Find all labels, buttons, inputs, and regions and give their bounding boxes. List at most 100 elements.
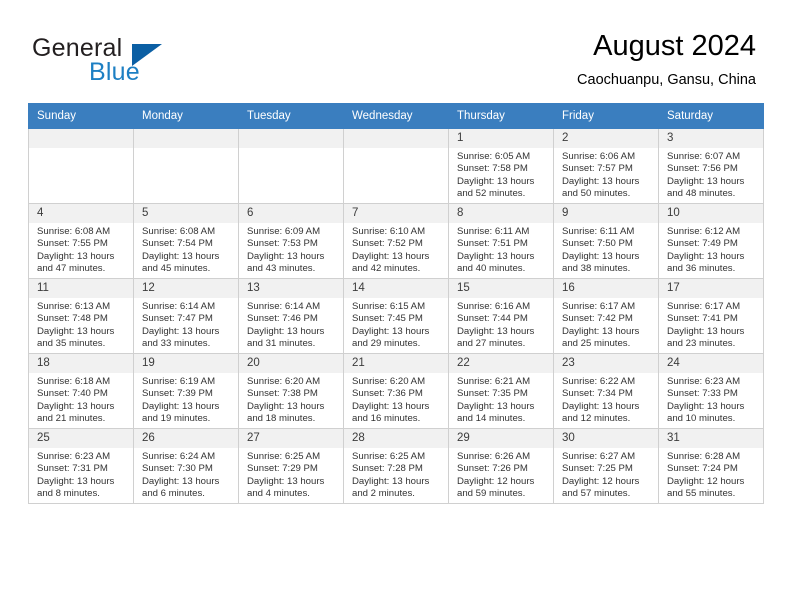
day-details: Sunrise: 6:28 AM Sunset: 7:24 PM Daylight:… <box>659 448 763 501</box>
calendar-day-cell[interactable]: 8 Sunrise: 6:11 AM Sunset: 7:51 PM Daylight… <box>448 203 554 279</box>
calendar-day-cell[interactable]: 14 Sunrise: 6:15 AM Sunset: 7:45 PM Dayligh… <box>343 278 449 354</box>
calendar-day-cell[interactable]: 6 Sunrise: 6:09 AM Sunset: 7:53 PM Daylight… <box>238 203 344 279</box>
sunset-text: Sunset: 7:45 PM <box>352 313 423 325</box>
calendar-day-cell[interactable]: 18 Sunrise: 6:18 AM Sunset: 7:40 PM Dayligh… <box>28 353 134 429</box>
day-details: Sunrise: 6:19 AM Sunset: 7:39 PM Daylight:… <box>134 373 238 426</box>
daylight-text: Daylight: 13 hours and 27 minutes. <box>457 325 535 350</box>
daylight-text: Daylight: 13 hours and 48 minutes. <box>667 175 745 200</box>
daylight-text: Daylight: 12 hours and 57 minutes. <box>562 475 640 500</box>
sunset-text: Sunset: 7:38 PM <box>247 388 318 400</box>
daylight-text: Daylight: 13 hours and 18 minutes. <box>247 400 325 425</box>
day-number: 21 <box>344 354 448 373</box>
day-details: Sunrise: 6:22 AM Sunset: 7:34 PM Daylight:… <box>554 373 658 426</box>
day-number: 12 <box>134 279 238 298</box>
calendar-day-cell[interactable]: 26 Sunrise: 6:24 AM Sunset: 7:30 PM Dayligh… <box>133 428 239 504</box>
calendar-day-cell[interactable]: 28 Sunrise: 6:25 AM Sunset: 7:28 PM Dayligh… <box>343 428 449 504</box>
page-header: General Blue August 2024 Caochuanpu, Gan… <box>0 0 792 103</box>
sunset-text: Sunset: 7:35 PM <box>457 388 528 400</box>
calendar-day-cell[interactable]: 16 Sunrise: 6:17 AM Sunset: 7:42 PM Dayligh… <box>553 278 659 354</box>
day-number: 10 <box>659 204 763 223</box>
sunset-text: Sunset: 7:55 PM <box>37 238 108 250</box>
sunrise-text: Sunrise: 6:17 AM <box>562 301 636 312</box>
calendar-day-cell[interactable]: 23 Sunrise: 6:22 AM Sunset: 7:34 PM Dayligh… <box>553 353 659 429</box>
day-number: 30 <box>554 429 658 448</box>
day-number: 13 <box>239 279 343 298</box>
sunset-text: Sunset: 7:41 PM <box>667 313 738 325</box>
day-number: 22 <box>449 354 553 373</box>
day-number <box>344 129 448 148</box>
day-details: Sunrise: 6:11 AM Sunset: 7:51 PM Daylight:… <box>449 223 553 276</box>
calendar-day-cell[interactable]: 17 Sunrise: 6:17 AM Sunset: 7:41 PM Dayligh… <box>658 278 764 354</box>
sunset-text: Sunset: 7:36 PM <box>352 388 423 400</box>
calendar-page: General Blue August 2024 Caochuanpu, Gan… <box>0 0 792 612</box>
day-details: Sunrise: 6:06 AM Sunset: 7:57 PM Daylight:… <box>554 148 658 201</box>
sunrise-text: Sunrise: 6:13 AM <box>37 301 111 312</box>
calendar-day-cell[interactable]: 31 Sunrise: 6:28 AM Sunset: 7:24 PM Dayligh… <box>658 428 764 504</box>
sunrise-text: Sunrise: 6:10 AM <box>352 226 426 237</box>
sunrise-text: Sunrise: 6:19 AM <box>142 376 216 387</box>
calendar-day-cell[interactable]: 15 Sunrise: 6:16 AM Sunset: 7:44 PM Dayligh… <box>448 278 554 354</box>
calendar-day-cell[interactable]: 24 Sunrise: 6:23 AM Sunset: 7:33 PM Dayligh… <box>658 353 764 429</box>
sunrise-text: Sunrise: 6:28 AM <box>667 451 741 462</box>
day-details: Sunrise: 6:21 AM Sunset: 7:35 PM Daylight:… <box>449 373 553 426</box>
sunrise-text: Sunrise: 6:07 AM <box>667 151 741 162</box>
daylight-text: Daylight: 13 hours and 21 minutes. <box>37 400 115 425</box>
calendar-day-cell[interactable]: 19 Sunrise: 6:19 AM Sunset: 7:39 PM Dayligh… <box>133 353 239 429</box>
daylight-text: Daylight: 13 hours and 36 minutes. <box>667 250 745 275</box>
sunrise-text: Sunrise: 6:08 AM <box>37 226 111 237</box>
daylight-text: Daylight: 13 hours and 52 minutes. <box>457 175 535 200</box>
daylight-text: Daylight: 13 hours and 12 minutes. <box>562 400 640 425</box>
day-details: Sunrise: 6:17 AM Sunset: 7:41 PM Daylight:… <box>659 298 763 351</box>
calendar-day-cell[interactable]: 9 Sunrise: 6:11 AM Sunset: 7:50 PM Daylight… <box>553 203 659 279</box>
sunrise-text: Sunrise: 6:14 AM <box>142 301 216 312</box>
calendar-day-cell[interactable]: 3 Sunrise: 6:07 AM Sunset: 7:56 PM Daylight… <box>658 128 764 204</box>
sunrise-text: Sunrise: 6:17 AM <box>667 301 741 312</box>
calendar-day-cell[interactable]: 27 Sunrise: 6:25 AM Sunset: 7:29 PM Dayligh… <box>238 428 344 504</box>
day-number: 28 <box>344 429 448 448</box>
calendar-day-cell-empty <box>28 128 134 204</box>
sunset-text: Sunset: 7:26 PM <box>457 463 528 475</box>
general-blue-logo[interactable]: General Blue <box>32 34 272 90</box>
daylight-text: Daylight: 13 hours and 42 minutes. <box>352 250 430 275</box>
sunrise-text: Sunrise: 6:09 AM <box>247 226 321 237</box>
sunset-text: Sunset: 7:34 PM <box>562 388 633 400</box>
calendar-day-cell[interactable]: 12 Sunrise: 6:14 AM Sunset: 7:47 PM Dayligh… <box>133 278 239 354</box>
calendar-day-cell[interactable]: 2 Sunrise: 6:06 AM Sunset: 7:57 PM Daylight… <box>553 128 659 204</box>
calendar-day-cell[interactable]: 25 Sunrise: 6:23 AM Sunset: 7:31 PM Dayligh… <box>28 428 134 504</box>
calendar-day-cell[interactable]: 1 Sunrise: 6:05 AM Sunset: 7:58 PM Daylight… <box>448 128 554 204</box>
sunset-text: Sunset: 7:40 PM <box>37 388 108 400</box>
day-details: Sunrise: 6:16 AM Sunset: 7:44 PM Daylight:… <box>449 298 553 351</box>
calendar-day-cell[interactable]: 22 Sunrise: 6:21 AM Sunset: 7:35 PM Dayligh… <box>448 353 554 429</box>
sunrise-text: Sunrise: 6:16 AM <box>457 301 531 312</box>
calendar-day-cell[interactable]: 11 Sunrise: 6:13 AM Sunset: 7:48 PM Dayligh… <box>28 278 134 354</box>
day-number: 31 <box>659 429 763 448</box>
daylight-text: Daylight: 12 hours and 59 minutes. <box>457 475 535 500</box>
day-number: 9 <box>554 204 658 223</box>
sunrise-text: Sunrise: 6:23 AM <box>667 376 741 387</box>
calendar-day-cell[interactable]: 4 Sunrise: 6:08 AM Sunset: 7:55 PM Daylight… <box>28 203 134 279</box>
daylight-text: Daylight: 13 hours and 29 minutes. <box>352 325 430 350</box>
calendar-day-cell[interactable]: 5 Sunrise: 6:08 AM Sunset: 7:54 PM Daylight… <box>133 203 239 279</box>
calendar-day-cell[interactable]: 21 Sunrise: 6:20 AM Sunset: 7:36 PM Dayligh… <box>343 353 449 429</box>
day-number: 15 <box>449 279 553 298</box>
sunrise-text: Sunrise: 6:18 AM <box>37 376 111 387</box>
calendar-day-cell[interactable]: 29 Sunrise: 6:26 AM Sunset: 7:26 PM Dayligh… <box>448 428 554 504</box>
sunset-text: Sunset: 7:28 PM <box>352 463 423 475</box>
calendar-day-cell[interactable]: 30 Sunrise: 6:27 AM Sunset: 7:25 PM Dayligh… <box>553 428 659 504</box>
calendar-day-cell[interactable]: 20 Sunrise: 6:20 AM Sunset: 7:38 PM Dayligh… <box>238 353 344 429</box>
sunset-text: Sunset: 7:49 PM <box>667 238 738 250</box>
sunset-text: Sunset: 7:52 PM <box>352 238 423 250</box>
calendar-day-cell[interactable]: 13 Sunrise: 6:14 AM Sunset: 7:46 PM Dayligh… <box>238 278 344 354</box>
page-title: August 2024 <box>593 30 756 62</box>
day-details: Sunrise: 6:14 AM Sunset: 7:46 PM Daylight:… <box>239 298 343 351</box>
calendar-header-row: Sunday Monday Tuesday Wednesday Thursday… <box>28 103 764 129</box>
sunrise-text: Sunrise: 6:20 AM <box>247 376 321 387</box>
calendar-day-cell[interactable]: 7 Sunrise: 6:10 AM Sunset: 7:52 PM Daylight… <box>343 203 449 279</box>
sunset-text: Sunset: 7:50 PM <box>562 238 633 250</box>
weekday-header-friday: Friday <box>553 103 659 129</box>
sunrise-text: Sunrise: 6:14 AM <box>247 301 321 312</box>
calendar-day-cell[interactable]: 10 Sunrise: 6:12 AM Sunset: 7:49 PM Dayligh… <box>658 203 764 279</box>
daylight-text: Daylight: 13 hours and 16 minutes. <box>352 400 430 425</box>
sunrise-text: Sunrise: 6:21 AM <box>457 376 531 387</box>
sunrise-text: Sunrise: 6:22 AM <box>562 376 636 387</box>
